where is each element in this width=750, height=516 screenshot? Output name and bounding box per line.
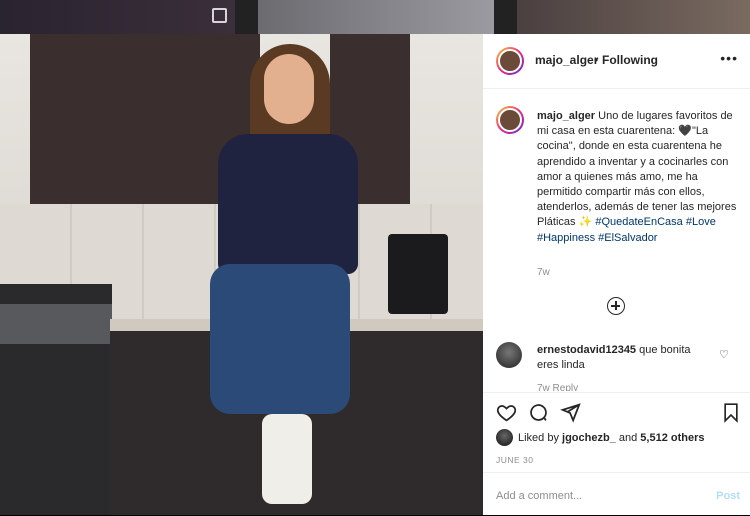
post-caption: majo_alger Uno de lugares favoritos de m… <box>537 109 742 246</box>
post-date[interactable]: JUNE 30 <box>496 455 534 465</box>
author-avatar[interactable] <box>496 47 524 75</box>
hashtag-link[interactable]: #Happiness <box>537 232 595 244</box>
more-options-icon[interactable]: ••• <box>720 50 738 66</box>
likes-summary: Liked by jgochezb_ and 5,512 others <box>518 432 705 444</box>
separator-dot: • <box>594 53 599 67</box>
author-username[interactable]: majo_alger <box>535 53 598 67</box>
commenter-avatar[interactable] <box>496 342 522 368</box>
likes-count[interactable]: 5,512 others <box>640 432 704 444</box>
hashtag-link[interactable]: #QuedateEnCasa <box>595 216 682 228</box>
background-thumbnail <box>258 0 494 34</box>
share-icon[interactable] <box>560 402 581 428</box>
liker-username[interactable]: jgochezb_ <box>562 432 616 444</box>
action-bar <box>483 392 750 437</box>
post-comment-button[interactable]: Post <box>716 490 740 502</box>
coffee-maker <box>388 234 448 314</box>
hashtag-link[interactable]: #Love <box>686 216 716 228</box>
comment-meta: 7w Reply <box>537 383 579 391</box>
comment-username[interactable]: ernestodavid12345 <box>537 344 636 356</box>
post-photo[interactable] <box>0 34 483 515</box>
hashtag-link[interactable]: #ElSalvador <box>598 232 657 244</box>
add-comment-input[interactable] <box>496 490 696 502</box>
background-thumbnail <box>0 0 235 34</box>
comment-item: ernestodavid12345 que bonita eres linda <box>537 343 707 373</box>
post-header: majo_alger • Following ••• <box>483 34 750 89</box>
caption-avatar[interactable] <box>496 106 524 134</box>
multiple-posts-icon <box>212 8 227 23</box>
add-comment-bar: Post <box>483 472 750 516</box>
liker-avatar[interactable] <box>496 429 513 446</box>
following-button[interactable]: Following <box>602 53 658 67</box>
comment-icon[interactable] <box>528 402 549 428</box>
load-more-comments-icon[interactable] <box>607 297 625 315</box>
caption-username[interactable]: majo_alger <box>537 110 595 122</box>
save-bookmark-icon[interactable] <box>721 402 741 428</box>
post-side-panel: majo_alger • Following ••• majo_alger Un… <box>483 34 750 515</box>
caption-text: Uno de lugares favoritos de mi casa en e… <box>537 110 737 229</box>
comment-like-icon[interactable]: ♡ <box>719 348 729 361</box>
background-thumbnail <box>517 0 750 34</box>
like-heart-icon[interactable] <box>496 402 517 428</box>
background-feed-strip <box>0 0 750 34</box>
caption-timestamp[interactable]: 7w <box>537 267 550 278</box>
